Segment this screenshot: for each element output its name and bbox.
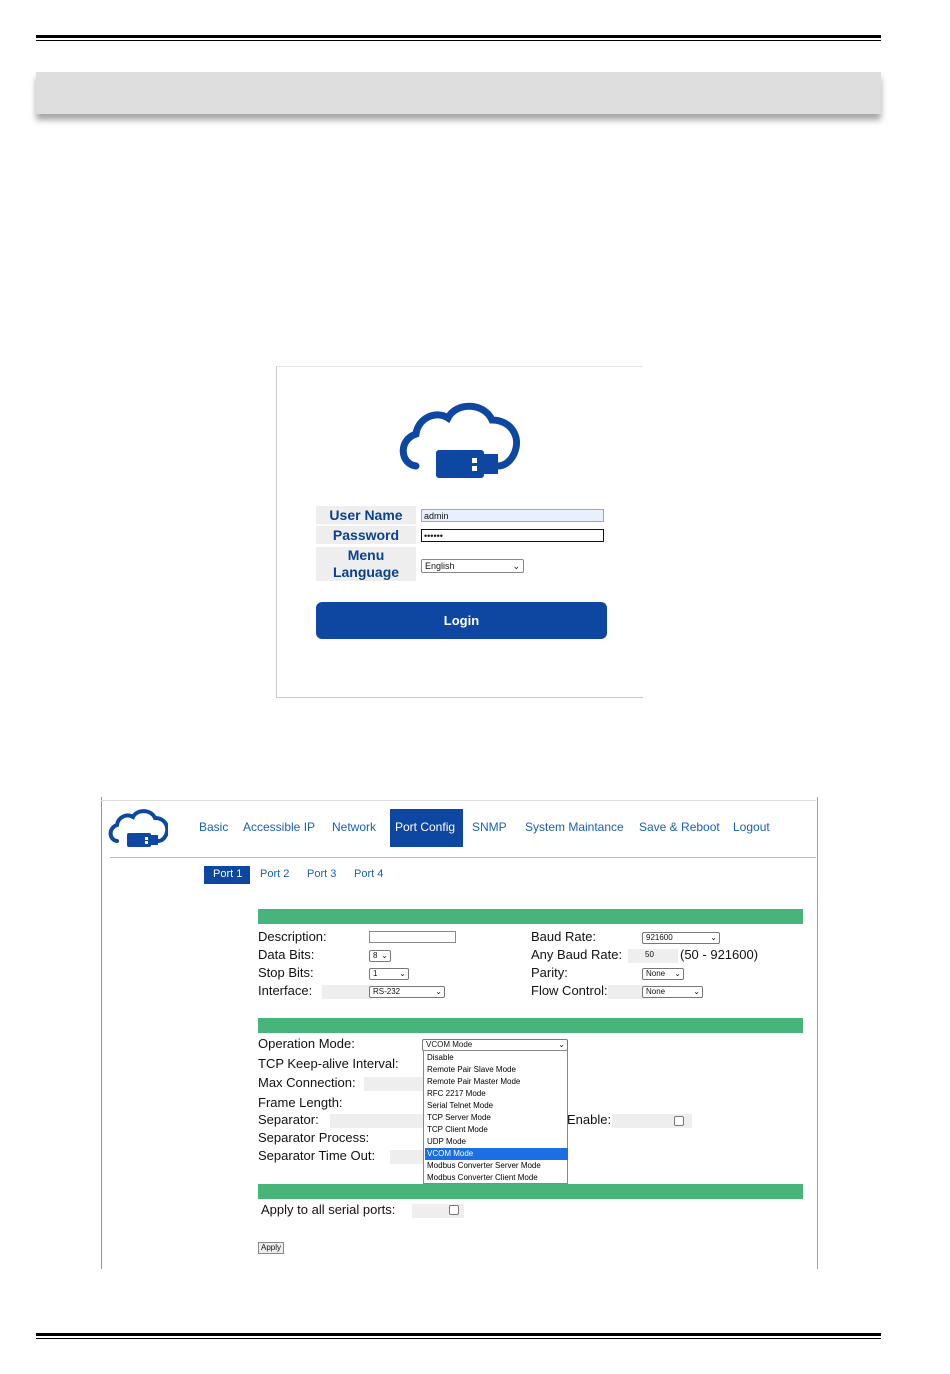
separator-bg bbox=[330, 1114, 424, 1128]
user-name-input[interactable]: admin bbox=[421, 509, 604, 522]
tab-port-1[interactable]: Port 1 bbox=[204, 866, 250, 884]
config-top-divider bbox=[101, 800, 816, 801]
serial-settings-band bbox=[258, 909, 803, 924]
interface-value: RS-232 bbox=[373, 987, 401, 996]
language-label-line: Language bbox=[332, 564, 400, 580]
tab-port-4[interactable]: Port 4 bbox=[354, 868, 383, 880]
separator-enable-label: Enable: bbox=[567, 1112, 612, 1127]
nav-port-config[interactable]: Port Config bbox=[390, 809, 463, 847]
parity-value: None bbox=[646, 969, 666, 978]
apply-button[interactable]: Apply bbox=[258, 1242, 284, 1254]
nav-save-reboot[interactable]: Save & Reboot bbox=[639, 820, 720, 834]
separator-process-label: Separator Process: bbox=[258, 1130, 370, 1145]
operation-mode-dropdown[interactable]: Disable Remote Pair Slave Mode Remote Pa… bbox=[423, 1050, 568, 1184]
data-bits-label: Data Bits: bbox=[258, 947, 315, 962]
option-disable[interactable]: Disable bbox=[425, 1052, 568, 1064]
separator-enable-checkbox[interactable] bbox=[674, 1116, 684, 1126]
user-name-label: User Name bbox=[316, 506, 416, 524]
operation-mode-value: VCOM Mode bbox=[426, 1040, 473, 1049]
baud-rate-label: Baud Rate: bbox=[531, 929, 597, 944]
operation-mode-label: Operation Mode: bbox=[258, 1036, 355, 1051]
option-rfc2217[interactable]: RFC 2217 Mode bbox=[425, 1088, 568, 1100]
interface-label-bg bbox=[322, 985, 372, 999]
option-remote-pair-master[interactable]: Remote Pair Master Mode bbox=[425, 1076, 568, 1088]
chevron-down-icon: ⌄ bbox=[512, 561, 520, 571]
chevron-down-icon: ⌄ bbox=[558, 1040, 565, 1049]
any-baud-rate-range: (50 - 921600) bbox=[680, 947, 759, 962]
parity-label: Parity: bbox=[531, 965, 568, 980]
cloud-usb-logo-icon bbox=[399, 402, 520, 478]
nav-network[interactable]: Network bbox=[332, 820, 376, 834]
login-button[interactable]: Login bbox=[316, 602, 607, 639]
nav-logout[interactable]: Logout bbox=[733, 820, 770, 834]
parity-select[interactable]: None ⌄ bbox=[642, 968, 684, 980]
nav-snmp[interactable]: SNMP bbox=[472, 820, 507, 834]
option-remote-pair-slave[interactable]: Remote Pair Slave Mode bbox=[425, 1064, 568, 1076]
chevron-down-icon: ⌄ bbox=[435, 987, 442, 996]
bottom-rule-thin bbox=[36, 1338, 881, 1339]
nav-divider bbox=[110, 857, 816, 858]
data-bits-select[interactable]: 8 ⌄ bbox=[369, 950, 391, 962]
menu-language-label: Menu Language bbox=[316, 547, 416, 581]
bottom-rule-thick bbox=[36, 1333, 881, 1336]
apply-all-checkbox[interactable] bbox=[449, 1205, 459, 1215]
any-baud-rate-label: Any Baud Rate: bbox=[531, 947, 623, 962]
option-tcp-client[interactable]: TCP Client Mode bbox=[425, 1124, 568, 1136]
chevron-down-icon: ⌄ bbox=[674, 969, 681, 978]
interface-label: Interface: bbox=[258, 983, 313, 998]
baud-rate-select[interactable]: 921600 ⌄ bbox=[642, 932, 720, 944]
max-connection-label: Max Connection: bbox=[258, 1075, 356, 1090]
operation-settings-band bbox=[258, 1018, 803, 1033]
flow-control-select[interactable]: None ⌄ bbox=[642, 986, 703, 998]
header-band bbox=[36, 72, 881, 114]
nav-basic[interactable]: Basic bbox=[199, 820, 228, 834]
frame-length-label: Frame Length: bbox=[258, 1095, 343, 1110]
option-udp[interactable]: UDP Mode bbox=[425, 1136, 568, 1148]
description-input[interactable] bbox=[369, 931, 456, 943]
chevron-down-icon: ⌄ bbox=[399, 969, 406, 978]
cloud-usb-logo-icon bbox=[108, 809, 168, 847]
password-input[interactable]: •••••• bbox=[421, 529, 604, 542]
data-bits-value: 8 bbox=[373, 951, 378, 960]
separator-label: Separator: bbox=[258, 1112, 319, 1127]
nav-accessible-ip[interactable]: Accessible IP bbox=[243, 820, 315, 834]
flow-control-value: None bbox=[646, 987, 666, 996]
tab-port-3[interactable]: Port 3 bbox=[307, 868, 336, 880]
option-modbus-client[interactable]: Modbus Converter Client Mode bbox=[425, 1172, 568, 1184]
nav-port-config-label: Port Config bbox=[395, 820, 456, 834]
language-select-value: English bbox=[425, 561, 455, 571]
option-tcp-server[interactable]: TCP Server Mode bbox=[425, 1112, 568, 1124]
chevron-down-icon: ⌄ bbox=[693, 987, 700, 996]
top-rule-thick bbox=[36, 35, 881, 38]
separator-timeout-label: Separator Time Out: bbox=[258, 1148, 376, 1163]
chevron-down-icon: ⌄ bbox=[381, 951, 388, 960]
option-serial-telnet[interactable]: Serial Telnet Mode bbox=[425, 1100, 568, 1112]
language-select[interactable]: English ⌄ bbox=[421, 559, 524, 573]
baud-rate-value: 921600 bbox=[646, 933, 673, 942]
chevron-down-icon: ⌄ bbox=[710, 933, 717, 942]
interface-select[interactable]: RS-232 ⌄ bbox=[369, 986, 445, 998]
top-rule-thin bbox=[36, 40, 881, 41]
option-vcom-selected[interactable]: VCOM Mode bbox=[425, 1148, 568, 1160]
nav-system-maintance[interactable]: System Maintance bbox=[525, 820, 624, 834]
separator-timeout-bg bbox=[390, 1150, 424, 1164]
description-label: Description: bbox=[258, 929, 327, 944]
tab-port-1-label: Port 1 bbox=[213, 868, 243, 880]
any-baud-rate-input[interactable]: 50 bbox=[642, 950, 677, 962]
flow-control-label: Flow Control: bbox=[531, 983, 608, 998]
stop-bits-select[interactable]: 1 ⌄ bbox=[369, 968, 409, 980]
stop-bits-value: 1 bbox=[373, 969, 378, 978]
menu-label-line: Menu bbox=[347, 547, 385, 563]
stop-bits-label: Stop Bits: bbox=[258, 965, 314, 980]
tab-port-2[interactable]: Port 2 bbox=[260, 868, 289, 880]
max-connection-bg bbox=[364, 1077, 424, 1091]
tcp-keepalive-label: TCP Keep-alive Interval: bbox=[258, 1056, 399, 1071]
password-label: Password bbox=[316, 526, 416, 544]
apply-band bbox=[258, 1184, 803, 1199]
option-modbus-server[interactable]: Modbus Converter Server Mode bbox=[425, 1160, 568, 1172]
apply-all-label: Apply to all serial ports: bbox=[261, 1202, 396, 1217]
